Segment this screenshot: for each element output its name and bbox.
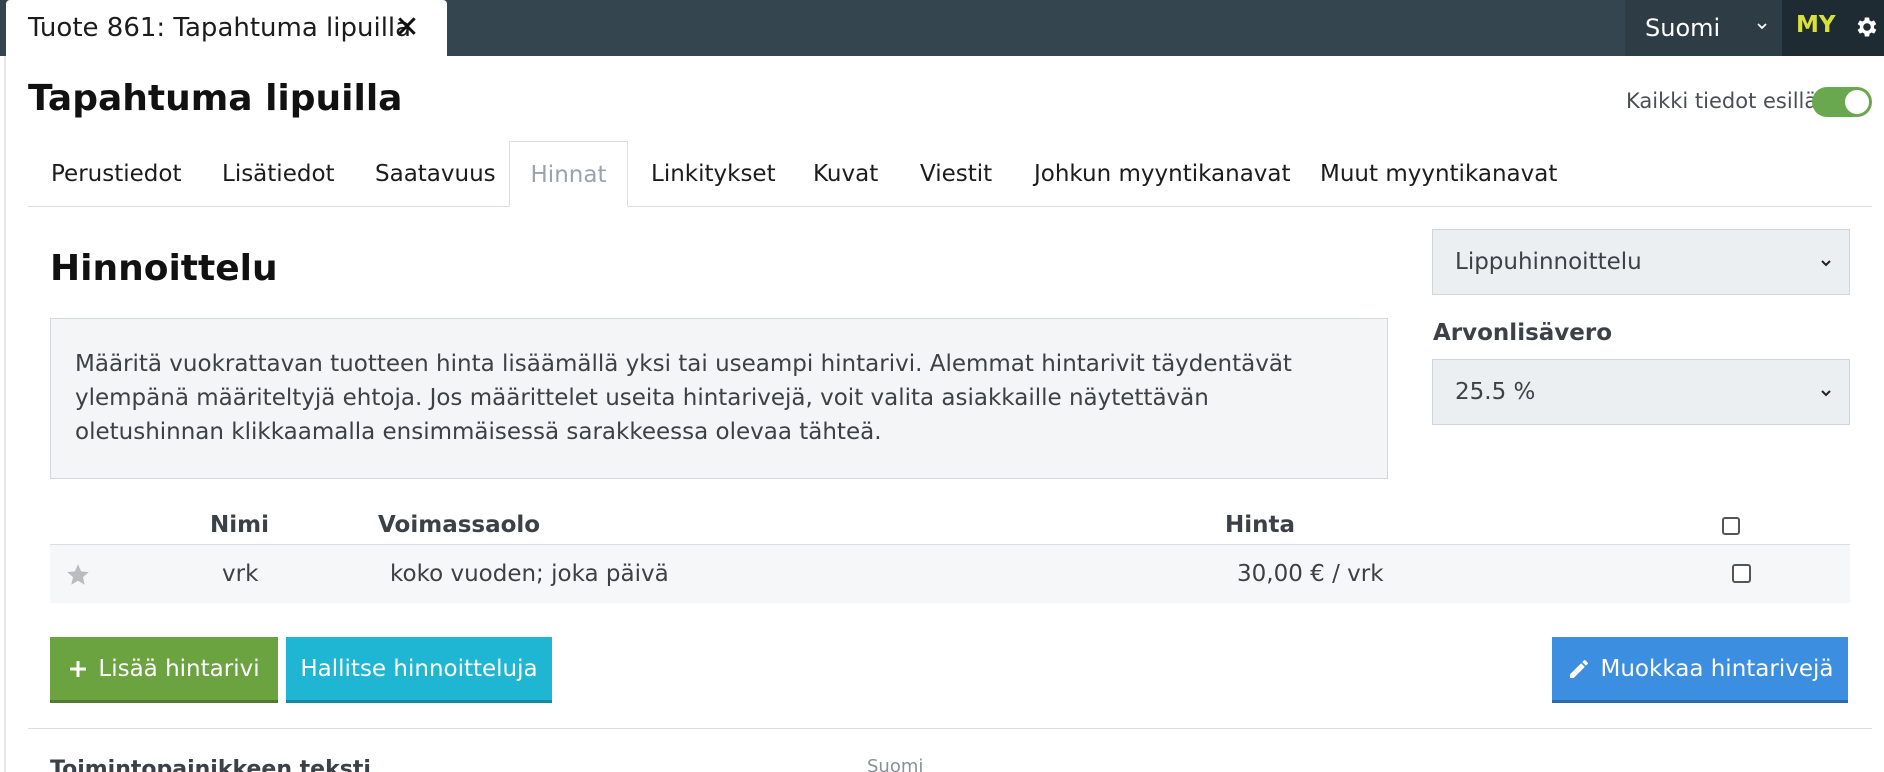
- show-all-toggle-label: Kaikki tiedot esillä: [1626, 89, 1818, 113]
- user-initials[interactable]: MY: [1796, 12, 1836, 38]
- tab-perustiedot[interactable]: Perustiedot: [51, 141, 181, 207]
- language-select[interactable]: Suomi: [1625, 0, 1782, 56]
- action-button-text-label: Toimintopainikkeen teksti: [50, 757, 371, 772]
- star-icon[interactable]: [64, 562, 92, 588]
- info-box: Määritä vuokrattavan tuotteen hinta lisä…: [50, 318, 1388, 479]
- footer-language-label: Suomi: [867, 756, 924, 772]
- add-price-row-label: Lisää hintarivi: [98, 655, 260, 682]
- tab-lisatiedot[interactable]: Lisätiedot: [222, 141, 335, 207]
- tab-hinnat[interactable]: Hinnat: [509, 141, 628, 207]
- user-area: MY: [1782, 0, 1884, 56]
- manage-pricing-label: Hallitse hinnoitteluja: [300, 655, 538, 682]
- tab-bar: Perustiedot Lisätiedot Saatavuus Hinnat …: [28, 141, 1872, 207]
- divider: [28, 728, 1872, 729]
- tab-muut-myyntikanavat[interactable]: Muut myyntikanavat: [1320, 141, 1557, 207]
- app-root: Tuote 861: Tapahtuma lipuilla ✕ Suomi MY…: [0, 0, 1884, 772]
- chevron-down-icon: [1821, 260, 1831, 267]
- section-title: Hinnoittelu: [50, 248, 278, 289]
- vat-value: 25.5 %: [1455, 379, 1536, 405]
- info-text: Määritä vuokrattavan tuotteen hinta lisä…: [75, 351, 1292, 445]
- column-header-name: Nimi: [210, 512, 269, 538]
- table-row: vrk koko vuoden; joka päivä 30,00 € / vr…: [50, 544, 1850, 603]
- row-checkbox[interactable]: [1732, 564, 1751, 583]
- top-bar: Tuote 861: Tapahtuma lipuilla ✕ Suomi MY: [0, 0, 1884, 56]
- tab-viestit[interactable]: Viestit: [920, 141, 992, 207]
- chevron-down-icon: [1821, 390, 1831, 397]
- close-icon[interactable]: ✕: [393, 13, 421, 43]
- language-select-label: Suomi: [1645, 14, 1721, 42]
- edit-price-rows-label: Muokkaa hintarivejä: [1600, 655, 1834, 682]
- column-header-price: Hinta: [1225, 512, 1296, 538]
- tab-johkun-myyntikanavat[interactable]: Johkun myyntikanavat: [1034, 141, 1291, 207]
- page-title: Tapahtuma lipuilla: [28, 78, 403, 119]
- plus-icon: [70, 660, 87, 677]
- show-all-toggle[interactable]: [1812, 87, 1872, 117]
- add-price-row-button[interactable]: Lisää hintarivi: [50, 637, 278, 703]
- row-price: 30,00 € / vrk: [1237, 561, 1384, 587]
- tab-kuvat[interactable]: Kuvat: [813, 141, 878, 207]
- vat-select[interactable]: 25.5 %: [1432, 359, 1850, 425]
- vat-label: Arvonlisävero: [1433, 320, 1613, 346]
- document-tab-title: Tuote 861: Tapahtuma lipuilla: [28, 13, 412, 43]
- row-name: vrk: [222, 561, 259, 587]
- tab-saatavuus[interactable]: Saatavuus: [375, 141, 496, 207]
- sidebar-edge: [4, 56, 6, 772]
- manage-pricing-button[interactable]: Hallitse hinnoitteluja: [286, 637, 552, 703]
- pricing-type-select[interactable]: Lippuhinnoittelu: [1432, 229, 1850, 295]
- toggle-knob: [1845, 90, 1869, 114]
- pricing-type-value: Lippuhinnoittelu: [1455, 249, 1642, 275]
- column-header-validity: Voimassaolo: [378, 512, 541, 538]
- edit-price-rows-button[interactable]: Muokkaa hintarivejä: [1552, 637, 1848, 703]
- gear-icon[interactable]: [1854, 14, 1880, 40]
- pencil-icon: [1569, 659, 1588, 678]
- tab-linkitykset[interactable]: Linkitykset: [651, 141, 776, 207]
- document-tab[interactable]: Tuote 861: Tapahtuma lipuilla ✕: [6, 0, 447, 56]
- select-all-checkbox[interactable]: [1722, 517, 1740, 535]
- chevron-down-icon: [1757, 23, 1767, 30]
- row-validity: koko vuoden; joka päivä: [390, 561, 669, 587]
